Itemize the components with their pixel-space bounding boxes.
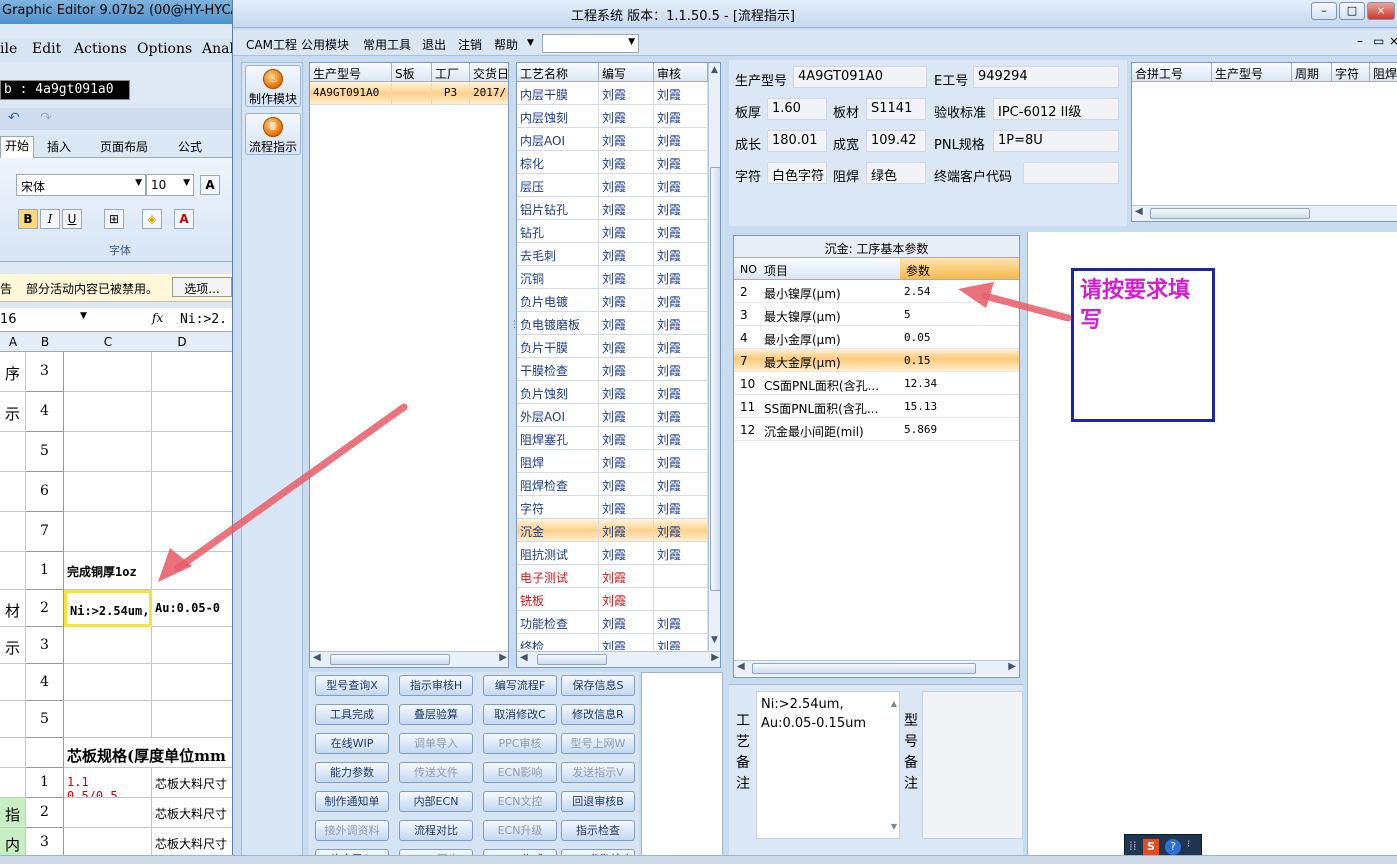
arrow-line-right [981, 292, 1072, 322]
arrow-line-left [174, 403, 408, 572]
arrow-head-left [158, 548, 192, 582]
status-bar [0, 855, 1397, 864]
keyboard-icon[interactable]: ⁞⁞ [1129, 839, 1137, 853]
annotation-arrows [158, 282, 1072, 582]
sogou-icon[interactable]: S [1143, 839, 1159, 855]
arrow-head-right [958, 282, 994, 308]
help-icon[interactable]: ? [1165, 839, 1181, 855]
tray-menu-icon[interactable]: ⁝ [1187, 839, 1190, 850]
